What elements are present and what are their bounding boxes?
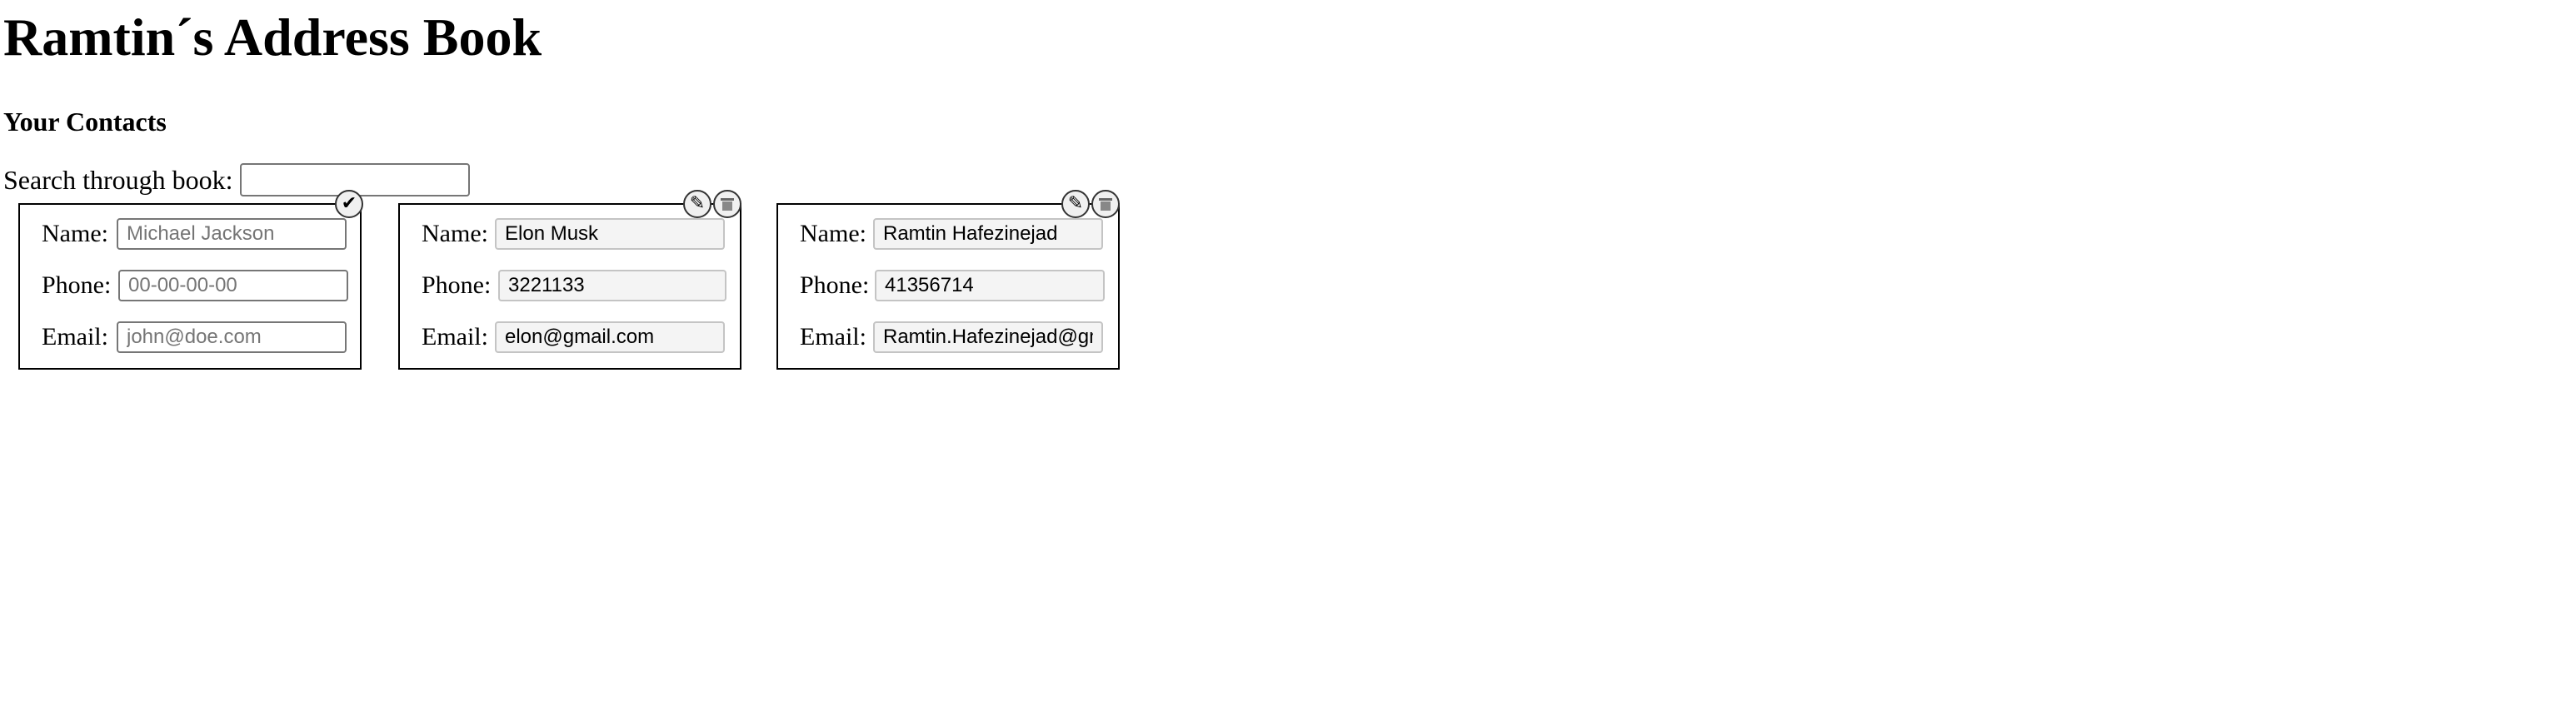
pencil-icon: ✎ — [1067, 193, 1084, 214]
delete-contact-button[interactable] — [1091, 190, 1120, 218]
delete-contact-button[interactable] — [713, 190, 741, 218]
section-title: Your Contacts — [3, 107, 167, 137]
new-phone-input[interactable] — [118, 270, 348, 301]
phone-row: Phone: — [42, 270, 348, 301]
phone-label: Phone: — [422, 271, 492, 299]
contact-email-field[interactable] — [873, 321, 1103, 353]
email-row: Email: — [800, 321, 1103, 353]
address-book-page: Ramtin´s Address Book Your Contacts Sear… — [0, 0, 2576, 381]
name-row: Name: — [800, 218, 1103, 250]
new-name-input[interactable] — [117, 218, 347, 250]
email-label: Email: — [800, 323, 866, 351]
contact-phone-field[interactable] — [875, 270, 1105, 301]
contact-phone-field[interactable] — [498, 270, 726, 301]
new-email-input[interactable] — [117, 321, 347, 353]
name-label: Name: — [800, 220, 866, 247]
edit-contact-button[interactable]: ✎ — [1061, 190, 1090, 218]
contact-card: ✎ Name: Phone: Email: — [398, 190, 741, 370]
name-row: Name: — [422, 218, 725, 250]
name-label: Name: — [422, 220, 488, 247]
contact-name-field[interactable] — [495, 218, 725, 250]
phone-label: Phone: — [42, 271, 112, 299]
phone-row: Phone: — [422, 270, 726, 301]
search-label: Search through book: — [3, 164, 233, 195]
edit-contact-button[interactable]: ✎ — [683, 190, 711, 218]
name-label: Name: — [42, 220, 108, 247]
contact-card: ✎ Name: Phone: Email: — [776, 190, 1120, 370]
email-label: Email: — [422, 323, 488, 351]
contact-cards: ✔ Name: Phone: Email: ✎ — [3, 190, 2573, 381]
new-contact-card: ✔ Name: Phone: Email: — [18, 190, 363, 370]
save-contact-button[interactable]: ✔ — [335, 190, 363, 218]
contact-name-field[interactable] — [873, 218, 1103, 250]
email-row: Email: — [422, 321, 725, 353]
page-title: Ramtin´s Address Book — [3, 7, 542, 67]
contact-email-field[interactable] — [495, 321, 725, 353]
phone-row: Phone: — [800, 270, 1105, 301]
email-row: Email: — [42, 321, 347, 353]
name-row: Name: — [42, 218, 347, 250]
phone-label: Phone: — [800, 271, 870, 299]
email-label: Email: — [42, 323, 108, 351]
pencil-icon: ✎ — [689, 193, 706, 214]
search-row: Search through book: — [3, 162, 2573, 198]
trash-icon — [721, 198, 734, 211]
checkmark-icon: ✔ — [341, 193, 357, 214]
trash-icon — [1099, 198, 1112, 211]
